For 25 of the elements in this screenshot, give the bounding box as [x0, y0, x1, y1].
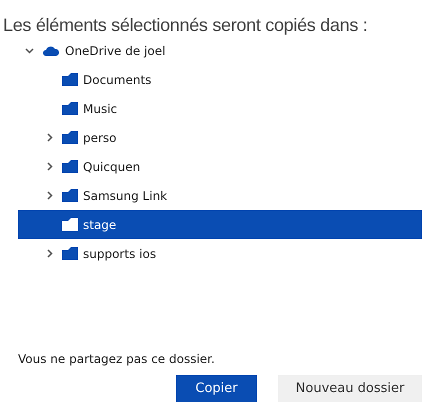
- tree-item[interactable]: supports ios: [18, 239, 422, 268]
- chevron-right-icon: [45, 162, 54, 171]
- folder-icon: [62, 102, 78, 115]
- cloud-icon: [42, 44, 60, 56]
- copy-button[interactable]: Copier: [176, 375, 257, 402]
- chevron-right-icon: [45, 249, 54, 258]
- folder-icon: [62, 189, 78, 202]
- tree-item[interactable]: Samsung Link: [18, 181, 422, 210]
- tree-item[interactable]: perso: [18, 123, 422, 152]
- folder-icon: [62, 131, 78, 144]
- tree-item[interactable]: Documents: [18, 65, 422, 94]
- tree-item[interactable]: stage: [18, 210, 422, 239]
- new-folder-button[interactable]: Nouveau dossier: [278, 375, 422, 402]
- dialog-title: Les éléments sélectionnés seront copiés dans :: [2, 14, 368, 36]
- tree-item[interactable]: Music: [18, 94, 422, 123]
- tree-item[interactable]: OneDrive de joel: [18, 36, 422, 65]
- tree-item[interactable]: Quicquen: [18, 152, 422, 181]
- folder-icon: [62, 247, 78, 260]
- chevron-right-icon: [45, 133, 54, 142]
- folder-icon: [62, 73, 78, 86]
- info-message: Vous ne partagez pas ce dossier.: [18, 352, 216, 366]
- folder-icon: [62, 160, 78, 173]
- chevron-right-icon: [45, 191, 54, 200]
- chevron-down-icon: [25, 46, 34, 55]
- folder-icon: [62, 218, 78, 231]
